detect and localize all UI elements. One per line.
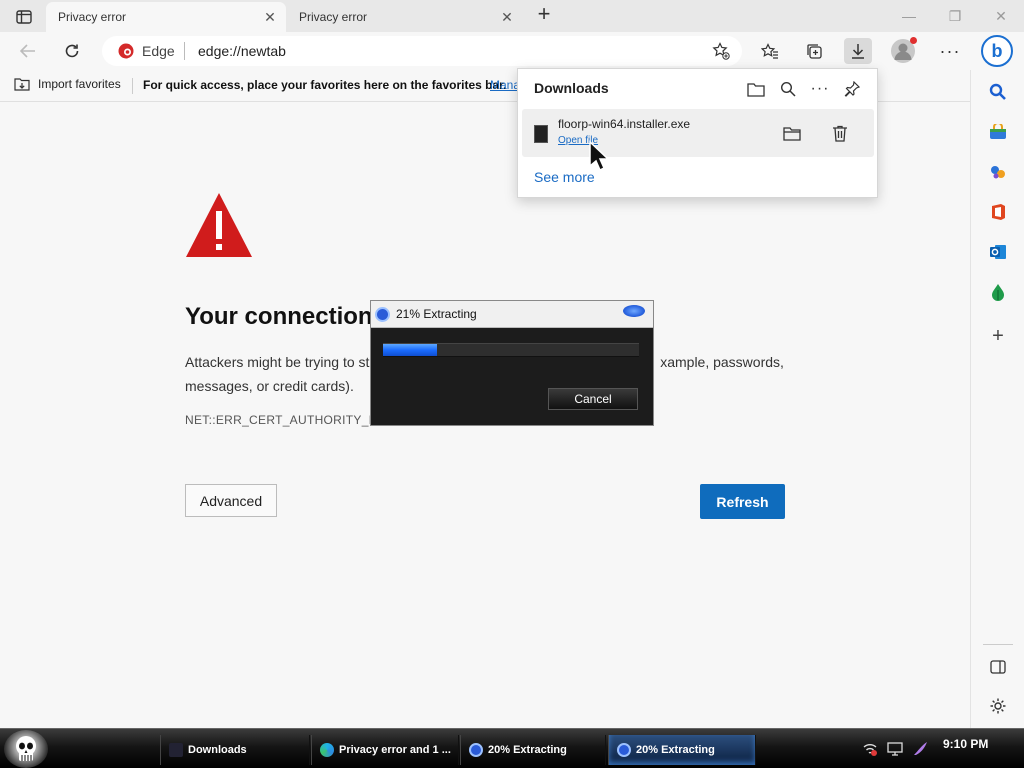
pin-icon[interactable]: [842, 79, 862, 99]
tab-actions-icon[interactable]: [8, 6, 40, 28]
settings-gear-icon[interactable]: [987, 695, 1009, 717]
tab-privacy-error[interactable]: Privacy error ✕: [287, 2, 525, 32]
taskbar-label: 20% Extracting: [636, 744, 715, 756]
progress-fill: [383, 344, 437, 356]
page-title: Your connection: [185, 303, 373, 330]
shopping-icon[interactable]: [987, 121, 1009, 143]
description-right: xample, passwords,: [660, 354, 784, 370]
refresh-icon[interactable]: [58, 38, 86, 64]
start-button[interactable]: [4, 730, 48, 768]
installer-app-icon: [375, 307, 390, 322]
more-icon[interactable]: ···: [936, 38, 964, 64]
extract-progress-dialog: 21% Extracting Cancel: [370, 300, 654, 426]
installer-app-icon: [469, 743, 483, 757]
restore-icon[interactable]: ❐: [932, 0, 978, 32]
skull-logo-icon: [16, 736, 36, 761]
warning-icon: [186, 193, 252, 257]
dialog-titlebar: 21% Extracting: [371, 301, 653, 328]
display-icon[interactable]: [887, 741, 903, 757]
tab-title: Privacy error: [299, 10, 368, 24]
tools-icon[interactable]: [987, 161, 1009, 183]
import-icon: [14, 78, 30, 91]
dialog-title: 21% Extracting: [396, 307, 477, 321]
taskbar-clock[interactable]: 9:10 PM: [943, 737, 988, 751]
taskbar-label: 20% Extracting: [488, 744, 567, 756]
taskbar-item-downloads[interactable]: Downloads: [160, 735, 310, 765]
download-item[interactable]: floorp-win64.installer.exe Open file: [522, 109, 874, 157]
mouse-cursor-icon: [589, 140, 610, 172]
show-in-folder-icon[interactable]: [782, 123, 802, 143]
close-orb-icon[interactable]: [623, 305, 645, 317]
extract-progress-bar: [383, 343, 639, 357]
collections-icon[interactable]: [800, 38, 828, 64]
edge-logo-icon: [118, 43, 134, 59]
outlook-icon[interactable]: [987, 241, 1009, 263]
bing-icon[interactable]: b: [981, 35, 1013, 67]
import-favorites-label: Import favorites: [38, 77, 121, 91]
downloads-app-icon: [169, 743, 183, 757]
file-icon: [534, 125, 548, 143]
taskbar-item-extracting-active[interactable]: 20% Extracting: [608, 735, 756, 765]
edge-sidebar: +: [970, 70, 1024, 728]
description-left: Attackers might be trying to ste: [185, 354, 378, 370]
download-filename: floorp-win64.installer.exe: [558, 117, 691, 131]
taskbar: Downloads Privacy error and 1 ... 20% Ex…: [0, 728, 1024, 768]
taskbar-item-edge[interactable]: Privacy error and 1 ...: [311, 735, 459, 765]
add-sidebar-app-icon[interactable]: +: [987, 325, 1009, 347]
profile-icon[interactable]: [891, 37, 917, 63]
address-brand: Edge: [142, 43, 175, 59]
sidebar-panel-icon[interactable]: [987, 656, 1009, 678]
taskbar-label: Privacy error and 1 ...: [339, 744, 451, 756]
url-text[interactable]: edge://newtab: [198, 43, 286, 59]
sidebar-divider: [983, 644, 1013, 645]
delete-icon[interactable]: [830, 123, 850, 143]
plus-icon[interactable]: +: [533, 3, 555, 26]
taskbar-label: Downloads: [188, 744, 247, 756]
description-line2: messages, or credit cards).: [185, 378, 354, 394]
search-icon[interactable]: [987, 81, 1009, 103]
system-tray: [862, 739, 928, 759]
star-plus-icon[interactable]: [712, 42, 730, 65]
tab-title: Privacy error: [58, 10, 127, 24]
favorites-separator: [132, 78, 133, 94]
close-window-icon[interactable]: ✕: [978, 0, 1024, 32]
office-icon[interactable]: [987, 201, 1009, 223]
minimize-icon[interactable]: —: [886, 0, 932, 32]
cancel-button[interactable]: Cancel: [548, 388, 638, 410]
error-code: NET::ERR_CERT_AUTHORITY_IN: [185, 413, 382, 427]
downloads-title: Downloads: [534, 80, 609, 96]
tab-strip: Privacy error ✕ Privacy error ✕ + — ❐ ✕: [0, 0, 1024, 32]
browser-toolbar: Edge edge://newtab ··· b: [0, 32, 1024, 70]
open-folder-icon[interactable]: [746, 79, 766, 99]
edge-browser-icon: [320, 743, 334, 757]
address-bar[interactable]: Edge edge://newtab: [102, 36, 742, 66]
advanced-button[interactable]: Advanced: [185, 484, 277, 517]
network-icon[interactable]: [862, 741, 878, 757]
back-arrow-icon[interactable]: [14, 38, 42, 64]
tab-privacy-error-active[interactable]: Privacy error ✕: [46, 2, 286, 32]
import-favorites-button[interactable]: Import favorites: [14, 77, 121, 91]
close-tab-icon[interactable]: ✕: [499, 9, 515, 25]
more-options-icon[interactable]: ···: [810, 79, 830, 99]
notification-dot: [910, 37, 917, 44]
search-downloads-icon[interactable]: [778, 79, 798, 99]
refresh-button[interactable]: Refresh: [700, 484, 785, 519]
download-icon[interactable]: [844, 38, 872, 64]
downloads-panel: Downloads ··· floorp-win64.installer.exe…: [517, 68, 878, 198]
taskbar-item-extracting[interactable]: 20% Extracting: [460, 735, 606, 765]
drop-icon[interactable]: [987, 281, 1009, 303]
see-more-link[interactable]: See more: [534, 169, 595, 185]
favorites-icon[interactable]: [756, 38, 784, 64]
favorites-message: For quick access, place your favorites h…: [143, 78, 507, 92]
address-separator: [184, 42, 185, 60]
manage-favorites-link[interactable]: Mana: [490, 78, 520, 92]
close-tab-icon[interactable]: ✕: [262, 9, 278, 25]
installer-app-icon: [617, 743, 631, 757]
feather-icon[interactable]: [912, 741, 928, 757]
